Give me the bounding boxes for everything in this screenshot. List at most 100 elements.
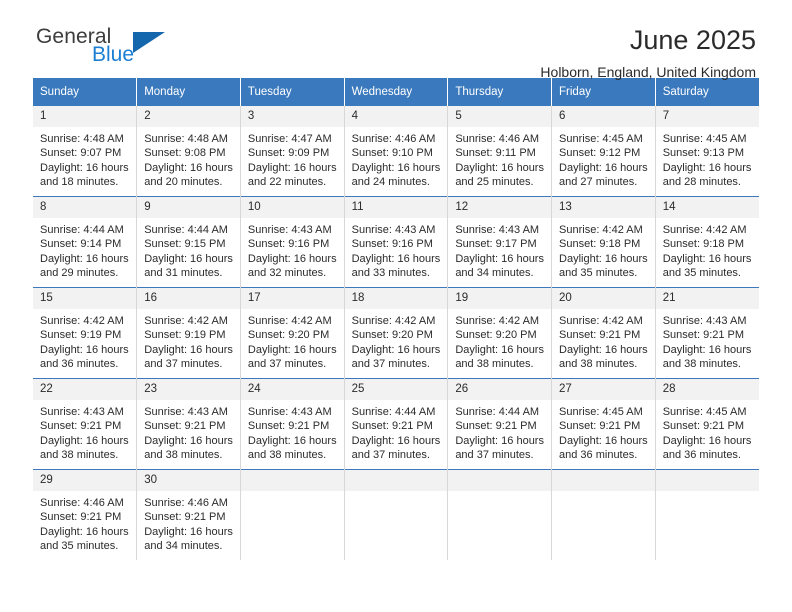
day-number: 30 (137, 470, 240, 491)
sunset-text: Sunset: 9:21 PM (247, 420, 330, 433)
day-cell[interactable]: 21 Sunrise: 4:43 AM Sunset: 9:21 PM Dayl… (655, 287, 759, 379)
sunset-text: Sunset: 9:21 PM (144, 511, 226, 524)
daylight-text-line2: and 22 minutes. (247, 176, 327, 189)
day-details: Sunrise: 4:44 AM Sunset: 9:21 PM Dayligh… (345, 400, 448, 463)
day-details: Sunrise: 4:42 AM Sunset: 9:19 PM Dayligh… (33, 309, 136, 372)
day-details: Sunrise: 4:46 AM Sunset: 9:21 PM Dayligh… (33, 491, 136, 554)
logo-triangle-icon (133, 32, 165, 53)
day-number: 26 (448, 379, 552, 400)
day-number: 2 (137, 106, 240, 127)
daylight-text-line1: Daylight: 16 hours (247, 434, 337, 447)
day-cell[interactable]: 22 Sunrise: 4:43 AM Sunset: 9:21 PM Dayl… (33, 378, 138, 470)
calendar-page: General Blue June 2025 Holborn, England,… (0, 0, 792, 612)
daylight-text-line1: Daylight: 16 hours (144, 525, 233, 538)
day-cell-empty (551, 469, 656, 560)
day-number (448, 470, 552, 491)
day-cell[interactable]: 11 Sunrise: 4:43 AM Sunset: 9:16 PM Dayl… (344, 196, 449, 288)
daylight-text-line1: Daylight: 16 hours (559, 343, 648, 356)
day-cell[interactable]: 15 Sunrise: 4:42 AM Sunset: 9:19 PM Dayl… (33, 287, 138, 379)
daylight-text-line1: Daylight: 16 hours (40, 161, 129, 174)
day-number: 4 (344, 106, 448, 127)
sunset-text: Sunset: 9:16 PM (247, 238, 330, 251)
day-details: Sunrise: 4:45 AM Sunset: 9:21 PM Dayligh… (656, 400, 759, 463)
daylight-text-line2: and 24 minutes. (351, 176, 430, 189)
day-cell[interactable]: 25 Sunrise: 4:44 AM Sunset: 9:21 PM Dayl… (344, 378, 449, 470)
day-details: Sunrise: 4:42 AM Sunset: 9:21 PM Dayligh… (552, 309, 655, 372)
day-cell[interactable]: 23 Sunrise: 4:43 AM Sunset: 9:21 PM Dayl… (136, 378, 241, 470)
day-cell[interactable]: 16 Sunrise: 4:42 AM Sunset: 9:19 PM Dayl… (136, 287, 241, 379)
sunrise-sunset-calendar: Sunday Monday Tuesday Wednesday Thursday… (33, 78, 759, 560)
day-cell[interactable]: 30 Sunrise: 4:46 AM Sunset: 9:21 PM Dayl… (136, 469, 241, 560)
daylight-text-line2: and 38 minutes. (247, 449, 327, 462)
daylight-text-line2: and 38 minutes. (455, 358, 534, 371)
day-details: Sunrise: 4:43 AM Sunset: 9:21 PM Dayligh… (656, 309, 759, 372)
sunrise-text: Sunrise: 4:45 AM (559, 406, 643, 418)
sunrise-text: Sunrise: 4:43 AM (662, 315, 747, 327)
day-cell-empty (447, 469, 553, 560)
sunset-text: Sunset: 9:20 PM (455, 329, 537, 342)
day-cell[interactable]: 5 Sunrise: 4:46 AM Sunset: 9:11 PM Dayli… (447, 106, 553, 197)
day-cell[interactable]: 20 Sunrise: 4:42 AM Sunset: 9:21 PM Dayl… (551, 287, 656, 379)
day-number: 12 (448, 197, 552, 218)
day-number: 5 (448, 106, 552, 127)
day-cell[interactable]: 29 Sunrise: 4:46 AM Sunset: 9:21 PM Dayl… (33, 469, 138, 560)
weekday-header-sunday: Sunday (33, 78, 138, 106)
day-cell[interactable]: 27 Sunrise: 4:45 AM Sunset: 9:21 PM Dayl… (551, 378, 656, 470)
daylight-text-line2: and 36 minutes. (662, 449, 741, 462)
day-cell[interactable]: 13 Sunrise: 4:42 AM Sunset: 9:18 PM Dayl… (551, 196, 656, 288)
day-cell[interactable]: 24 Sunrise: 4:43 AM Sunset: 9:21 PM Dayl… (240, 378, 345, 470)
day-number: 10 (240, 197, 344, 218)
day-cell-empty (240, 469, 345, 560)
day-details: Sunrise: 4:48 AM Sunset: 9:07 PM Dayligh… (33, 127, 136, 190)
sunrise-text: Sunrise: 4:48 AM (144, 133, 228, 145)
general-blue-logo[interactable]: General Blue (36, 26, 236, 76)
sunset-text: Sunset: 9:09 PM (247, 147, 330, 160)
day-cell[interactable]: 12 Sunrise: 4:43 AM Sunset: 9:17 PM Dayl… (447, 196, 553, 288)
daylight-text-line1: Daylight: 16 hours (662, 252, 752, 265)
day-cell-empty (655, 469, 759, 560)
daylight-text-line2: and 35 minutes. (662, 267, 741, 280)
daylight-text-line2: and 35 minutes. (559, 267, 638, 280)
day-details: Sunrise: 4:46 AM Sunset: 9:11 PM Dayligh… (448, 127, 551, 190)
day-cell[interactable]: 7 Sunrise: 4:45 AM Sunset: 9:13 PM Dayli… (655, 106, 759, 197)
daylight-text-line1: Daylight: 16 hours (144, 343, 233, 356)
calendar-week-row: 1 Sunrise: 4:48 AM Sunset: 9:07 PM Dayli… (33, 106, 759, 197)
sunset-text: Sunset: 9:13 PM (662, 147, 745, 160)
day-cell[interactable]: 3 Sunrise: 4:47 AM Sunset: 9:09 PM Dayli… (240, 106, 345, 197)
sunrise-text: Sunrise: 4:42 AM (559, 224, 643, 236)
day-cell[interactable]: 8 Sunrise: 4:44 AM Sunset: 9:14 PM Dayli… (33, 196, 138, 288)
day-cell[interactable]: 9 Sunrise: 4:44 AM Sunset: 9:15 PM Dayli… (136, 196, 241, 288)
day-number: 11 (344, 197, 448, 218)
day-cell[interactable]: 2 Sunrise: 4:48 AM Sunset: 9:08 PM Dayli… (136, 106, 241, 197)
day-details: Sunrise: 4:46 AM Sunset: 9:21 PM Dayligh… (137, 491, 240, 554)
day-cell[interactable]: 28 Sunrise: 4:45 AM Sunset: 9:21 PM Dayl… (655, 378, 759, 470)
day-details: Sunrise: 4:48 AM Sunset: 9:08 PM Dayligh… (137, 127, 240, 190)
sunset-text: Sunset: 9:08 PM (144, 147, 226, 160)
daylight-text-line2: and 37 minutes. (455, 449, 534, 462)
day-cell[interactable]: 4 Sunrise: 4:46 AM Sunset: 9:10 PM Dayli… (344, 106, 449, 197)
day-details: Sunrise: 4:44 AM Sunset: 9:15 PM Dayligh… (137, 218, 240, 281)
daylight-text-line1: Daylight: 16 hours (351, 343, 441, 356)
day-details: Sunrise: 4:43 AM Sunset: 9:21 PM Dayligh… (33, 400, 136, 463)
day-number (552, 470, 655, 491)
day-cell[interactable]: 1 Sunrise: 4:48 AM Sunset: 9:07 PM Dayli… (33, 106, 138, 197)
day-cell[interactable]: 17 Sunrise: 4:42 AM Sunset: 9:20 PM Dayl… (240, 287, 345, 379)
day-cell[interactable]: 6 Sunrise: 4:45 AM Sunset: 9:12 PM Dayli… (551, 106, 656, 197)
daylight-text-line1: Daylight: 16 hours (351, 252, 441, 265)
day-cell[interactable]: 10 Sunrise: 4:43 AM Sunset: 9:16 PM Dayl… (240, 196, 345, 288)
sunrise-text: Sunrise: 4:42 AM (559, 315, 643, 327)
sunrise-text: Sunrise: 4:45 AM (662, 406, 747, 418)
day-cell[interactable]: 14 Sunrise: 4:42 AM Sunset: 9:18 PM Dayl… (655, 196, 759, 288)
daylight-text-line2: and 32 minutes. (247, 267, 327, 280)
day-number: 21 (655, 288, 759, 309)
day-details: Sunrise: 4:42 AM Sunset: 9:19 PM Dayligh… (137, 309, 240, 372)
sunset-text: Sunset: 9:10 PM (351, 147, 433, 160)
day-cell[interactable]: 26 Sunrise: 4:44 AM Sunset: 9:21 PM Dayl… (447, 378, 553, 470)
day-cell[interactable]: 18 Sunrise: 4:42 AM Sunset: 9:20 PM Dayl… (344, 287, 449, 379)
sunset-text: Sunset: 9:21 PM (559, 329, 641, 342)
day-cell[interactable]: 19 Sunrise: 4:42 AM Sunset: 9:20 PM Dayl… (447, 287, 553, 379)
sunrise-text: Sunrise: 4:48 AM (40, 133, 124, 145)
daylight-text-line1: Daylight: 16 hours (351, 434, 441, 447)
sunrise-text: Sunrise: 4:42 AM (455, 315, 540, 327)
title-block: June 2025 Holborn, England, United Kingd… (540, 24, 756, 82)
